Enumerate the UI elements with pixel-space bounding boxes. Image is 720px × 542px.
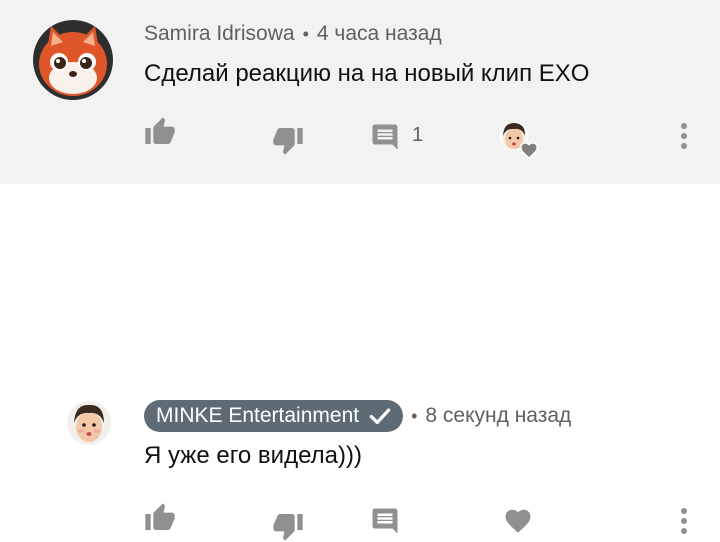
thumbs-up-icon <box>145 503 175 530</box>
channel-owner-badge[interactable]: MINKE Entertainment <box>144 400 404 432</box>
header-separator: • <box>302 23 309 44</box>
more-vert-icon <box>681 508 687 534</box>
like-button[interactable] <box>144 116 176 148</box>
reply-icon <box>372 124 398 150</box>
creator-heart[interactable] <box>498 120 539 160</box>
header-separator: • <box>411 405 418 426</box>
thumbs-up-icon <box>145 117 175 144</box>
fox-avatar-icon <box>33 20 113 100</box>
reply-icon <box>372 508 398 534</box>
comment-header: Samira Idrisowa • 4 часа назад <box>144 20 442 48</box>
comment-author-avatar[interactable] <box>33 20 113 100</box>
reply-header: MINKE Entertainment • 8 секунд назад <box>144 400 571 432</box>
reply-count: 1 <box>412 124 424 146</box>
thumbs-down-icon <box>273 128 303 155</box>
dislike-button[interactable] <box>272 124 304 156</box>
comment-thread-top: Samira Idrisowa • 4 часа назад Сделай ре… <box>0 0 720 184</box>
comment-author-name[interactable]: Samira Idrisowa <box>144 22 295 46</box>
creator-heart-icon <box>500 122 539 160</box>
reply-timestamp[interactable]: 8 секунд назад <box>425 404 571 428</box>
reply-reply-button[interactable] <box>370 506 400 536</box>
thumbs-down-icon <box>273 514 303 541</box>
reply-button[interactable] <box>370 122 400 152</box>
reply-more-options-button[interactable] <box>672 505 696 537</box>
reply-text: Я уже его видела))) <box>144 442 362 469</box>
reply-author-avatar[interactable] <box>67 401 111 445</box>
comment-timestamp[interactable]: 4 часа назад <box>317 22 442 46</box>
heart-icon <box>505 509 531 533</box>
channel-avatar-icon <box>67 401 111 445</box>
more-options-button[interactable] <box>672 120 696 152</box>
reply-author-name: MINKE Entertainment <box>156 404 360 427</box>
verified-check-icon <box>369 408 391 425</box>
heart-button[interactable] <box>502 506 534 536</box>
reply-dislike-button[interactable] <box>272 510 304 542</box>
reply-like-button[interactable] <box>144 502 176 534</box>
comment-reply: MINKE Entertainment • 8 секунд назад Я у… <box>0 184 720 541</box>
comment-text: Сделай реакцию на на новый клип EXO <box>144 60 590 87</box>
more-vert-icon <box>681 123 687 149</box>
